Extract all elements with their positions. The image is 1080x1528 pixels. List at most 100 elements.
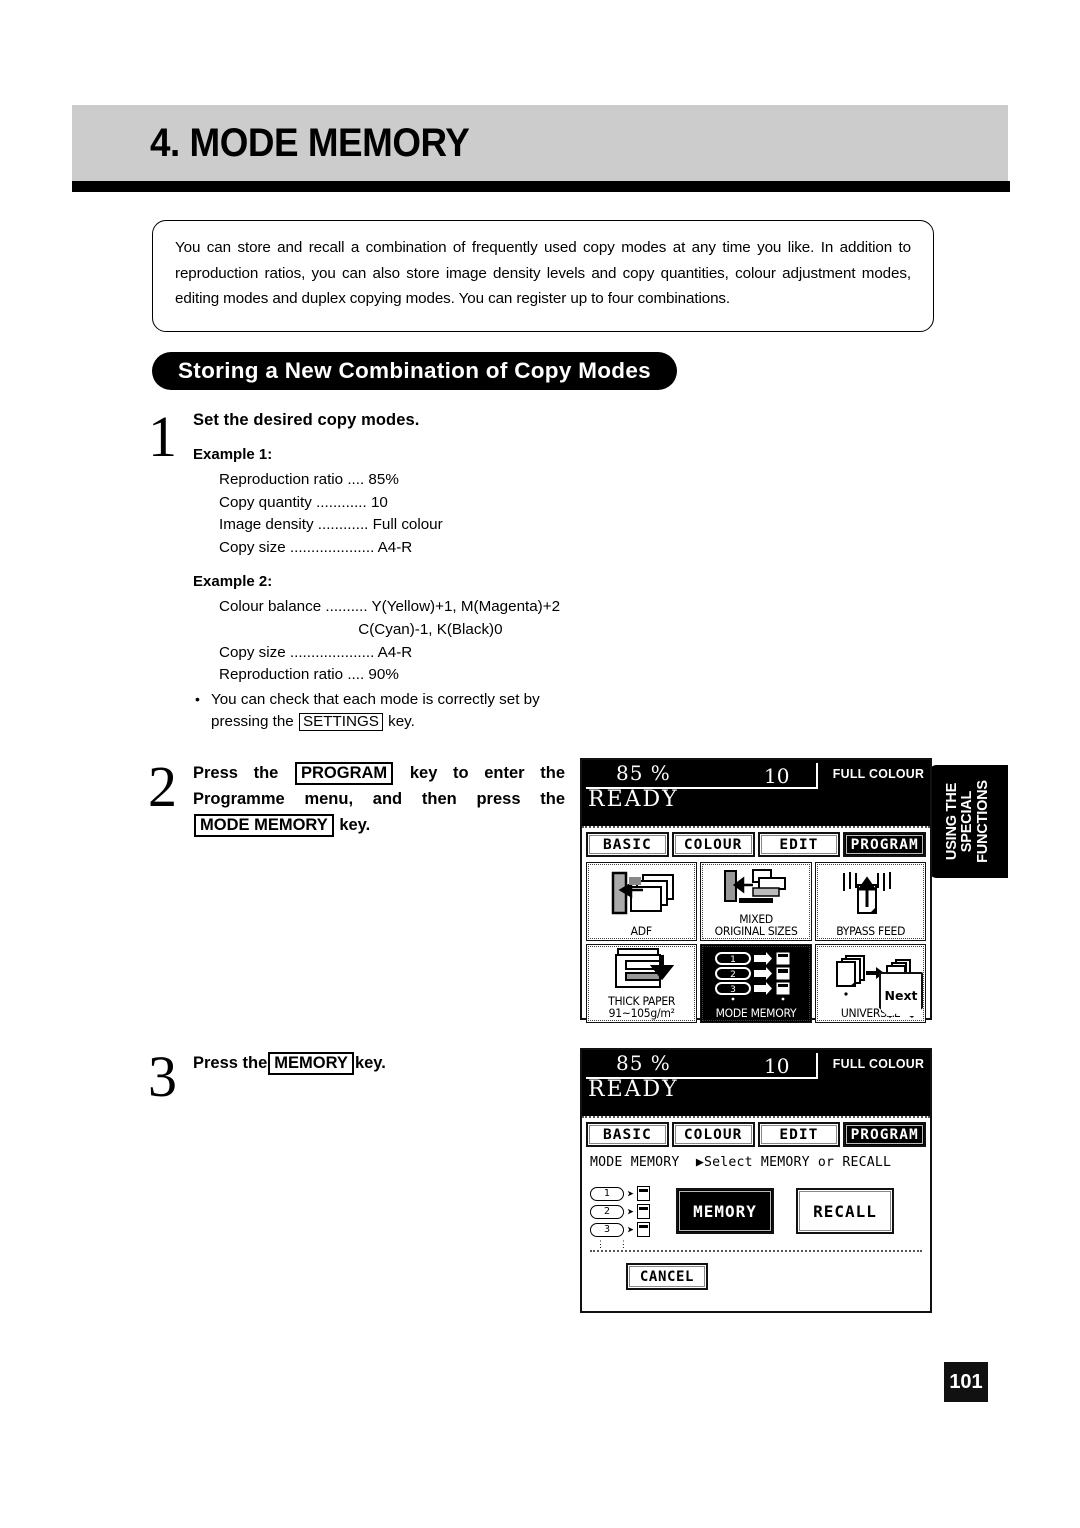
lcd1-cell-adf[interactable]: ADF (586, 862, 698, 941)
step-1-number: 1 (148, 404, 177, 469)
lcd-panel-mode-memory[interactable]: 85 % 10 FULL COLOUR READY BASIC COLOUR E… (580, 1048, 932, 1313)
section-title-pill: Storing a New Combination of Copy Modes (152, 352, 677, 390)
side-tab-rotator: USING THE SPECIAL FUNCTIONS (928, 765, 1008, 878)
memory-slot-ellipsis: ⋮ ⋮ (596, 1240, 629, 1250)
lcd1-function-grid: ADF MIXED ORIGINAL SIZES BYPASS FEED THI… (582, 860, 930, 1025)
lcd1-cell-mixed-label: MIXED ORIGINAL SIZES (714, 912, 798, 939)
cancel-button[interactable]: CANCEL (626, 1263, 708, 1290)
example-2-label: Example 2: (193, 573, 273, 591)
example-1-line: Reproduction ratio .... 85% (219, 471, 399, 488)
section-title: Storing a New Combination of Copy Modes (178, 358, 651, 383)
lcd2-tab-program[interactable]: PROGRAM (843, 1122, 926, 1147)
memory-slots-icon: 1 ➤ 2 ➤ 3 ➤ ⋮ ⋮ (590, 1182, 654, 1250)
step-2-text-c: key. (334, 816, 371, 834)
lcd1-cell-bypass-label: BYPASS FEED (835, 924, 905, 939)
arrow-right-icon: ➤ (627, 1186, 635, 1201)
step-1-heading: Set the desired copy modes. (193, 411, 420, 429)
lcd2-action-area: 1 ➤ 2 ➤ 3 ➤ ⋮ ⋮ MEMORY RECALL CANCEL (582, 1170, 930, 1298)
step-2-text: Press the PROGRAM key to enter the Progr… (193, 760, 565, 838)
step-2-body: Press the PROGRAM key to enter the Progr… (193, 760, 565, 838)
memory-key-label: MEMORY (268, 1052, 354, 1075)
svg-text:1: 1 (730, 955, 736, 965)
intro-box: You can store and recall a combination o… (152, 220, 934, 332)
example-2-line: Colour balance .......... Y(Yellow)+1, M… (219, 598, 561, 616)
memory-slot-row: 3 ➤ (590, 1222, 654, 1237)
step-3-number: 3 (148, 1044, 177, 1109)
chapter-header-rule (72, 181, 1010, 192)
lcd2-reproduction-ratio: 85 % (616, 1051, 671, 1075)
step-2-number: 2 (148, 754, 177, 819)
lcd2-tab-colour[interactable]: COLOUR (671, 1122, 755, 1147)
document-icon (637, 1204, 651, 1219)
example-1-line: Copy size .................... A4-R (219, 538, 413, 556)
lcd1-cell-adf-label: ADF (631, 924, 653, 939)
step-3-body: Press the MEMORY key. (193, 1050, 565, 1076)
example-2-line: Reproduction ratio .... 90% (219, 666, 399, 684)
lcd1-colour-mode: FULL COLOUR (832, 766, 924, 781)
bypass-feed-icon (816, 863, 925, 926)
lcd2-status-text: READY (588, 1077, 679, 1102)
lcd1-cell-mode-memory[interactable]: 1 2 3 MODE MEMORY (700, 944, 812, 1023)
settings-key-label: SETTINGS (298, 713, 383, 732)
mixed-original-sizes-icon (701, 863, 810, 914)
example-1-line: Copy quantity ............ 10 (219, 493, 388, 511)
memory-slot-row: 2 ➤ (590, 1204, 654, 1219)
lcd1-copy-quantity: 10 (764, 764, 790, 788)
mode-memory-icon: 1 2 3 (701, 945, 810, 1008)
lcd1-tab-program[interactable]: PROGRAM (843, 832, 926, 857)
lcd1-cell-thick-paper-label: THICK PAPER 91~105g/m² (608, 994, 676, 1021)
lcd1-tab-edit[interactable]: EDIT (757, 832, 841, 857)
document-icon (637, 1222, 651, 1237)
lcd2-divider (590, 1250, 922, 1252)
example-2-line: Copy size .................... A4-R (219, 643, 413, 661)
memory-slot-row: 1 ➤ (590, 1186, 654, 1201)
document-icon (637, 1186, 651, 1201)
lcd2-tab-edit[interactable]: EDIT (757, 1122, 841, 1147)
arrow-right-icon: ➤ (627, 1222, 635, 1237)
lcd1-cell-mixed-original-sizes[interactable]: MIXED ORIGINAL SIZES (700, 862, 812, 941)
step-2-text-a: Press the (193, 764, 295, 782)
svg-text:2: 2 (730, 970, 736, 980)
program-key-label: PROGRAM (295, 762, 394, 785)
example-1-label: Example 1: (193, 446, 273, 463)
memory-slot-number: 2 (590, 1204, 624, 1219)
lcd1-tab-colour[interactable]: COLOUR (671, 832, 755, 857)
step-1-note: You can check that each mode is correctl… (193, 688, 593, 734)
arrow-right-icon: ➤ (627, 1204, 635, 1219)
chapter-title: 4. MODE MEMORY (150, 121, 470, 165)
mode-memory-key-label: MODE MEMORY (194, 814, 334, 837)
lcd1-cell-thick-paper[interactable]: THICK PAPER 91~105g/m² (586, 944, 698, 1023)
lcd1-status-text: READY (588, 787, 679, 812)
example-1-line: Image density ............ Full colour (219, 516, 443, 534)
lcd2-message: MODE MEMORY ▶Select MEMORY or RECALL (590, 1155, 892, 1170)
lcd1-cell-bypass-feed[interactable]: BYPASS FEED (814, 862, 926, 941)
adf-icon (587, 863, 696, 926)
thick-paper-icon (587, 945, 696, 996)
memory-slot-number: 3 (590, 1222, 624, 1237)
memory-slot-number: 1 (590, 1186, 624, 1201)
lcd1-cell-mode-memory-label: MODE MEMORY (715, 1006, 797, 1021)
step-3-text: Press the MEMORY key. (193, 1050, 565, 1076)
lcd2-copy-quantity: 10 (764, 1054, 790, 1078)
step-1-body: Set the desired copy modes. Example 1: R… (193, 411, 593, 734)
intro-text: You can store and recall a combination o… (175, 239, 911, 307)
lcd-panel-program-menu[interactable]: 85 % 10 FULL COLOUR READY BASIC COLOUR E… (580, 758, 932, 1023)
side-tab: USING THE SPECIAL FUNCTIONS (928, 765, 1008, 878)
recall-button[interactable]: RECALL (796, 1188, 894, 1234)
lcd1-status-bar: 85 % 10 FULL COLOUR READY (582, 760, 930, 826)
side-tab-label: USING THE SPECIAL FUNCTIONS (943, 780, 991, 863)
step-1-note-post: key. (383, 713, 415, 731)
memory-button[interactable]: MEMORY (676, 1188, 774, 1234)
page-number: 101 (944, 1362, 988, 1402)
step-3-text-b: key. (354, 1054, 386, 1072)
lcd2-tab-row: BASIC COLOUR EDIT PROGRAM (582, 1116, 930, 1150)
step-3-text-a: Press the (193, 1054, 268, 1072)
example-2-line: C(Cyan)-1, K(Black)0 (219, 620, 503, 638)
svg-text:3: 3 (730, 985, 736, 995)
chapter-header-band: 4. MODE MEMORY (72, 105, 1008, 181)
lcd2-tab-basic[interactable]: BASIC (586, 1122, 669, 1147)
lcd1-tab-row: BASIC COLOUR EDIT PROGRAM (582, 826, 930, 860)
lcd2-status-bar: 85 % 10 FULL COLOUR READY (582, 1050, 930, 1116)
lcd1-tab-basic[interactable]: BASIC (586, 832, 669, 857)
